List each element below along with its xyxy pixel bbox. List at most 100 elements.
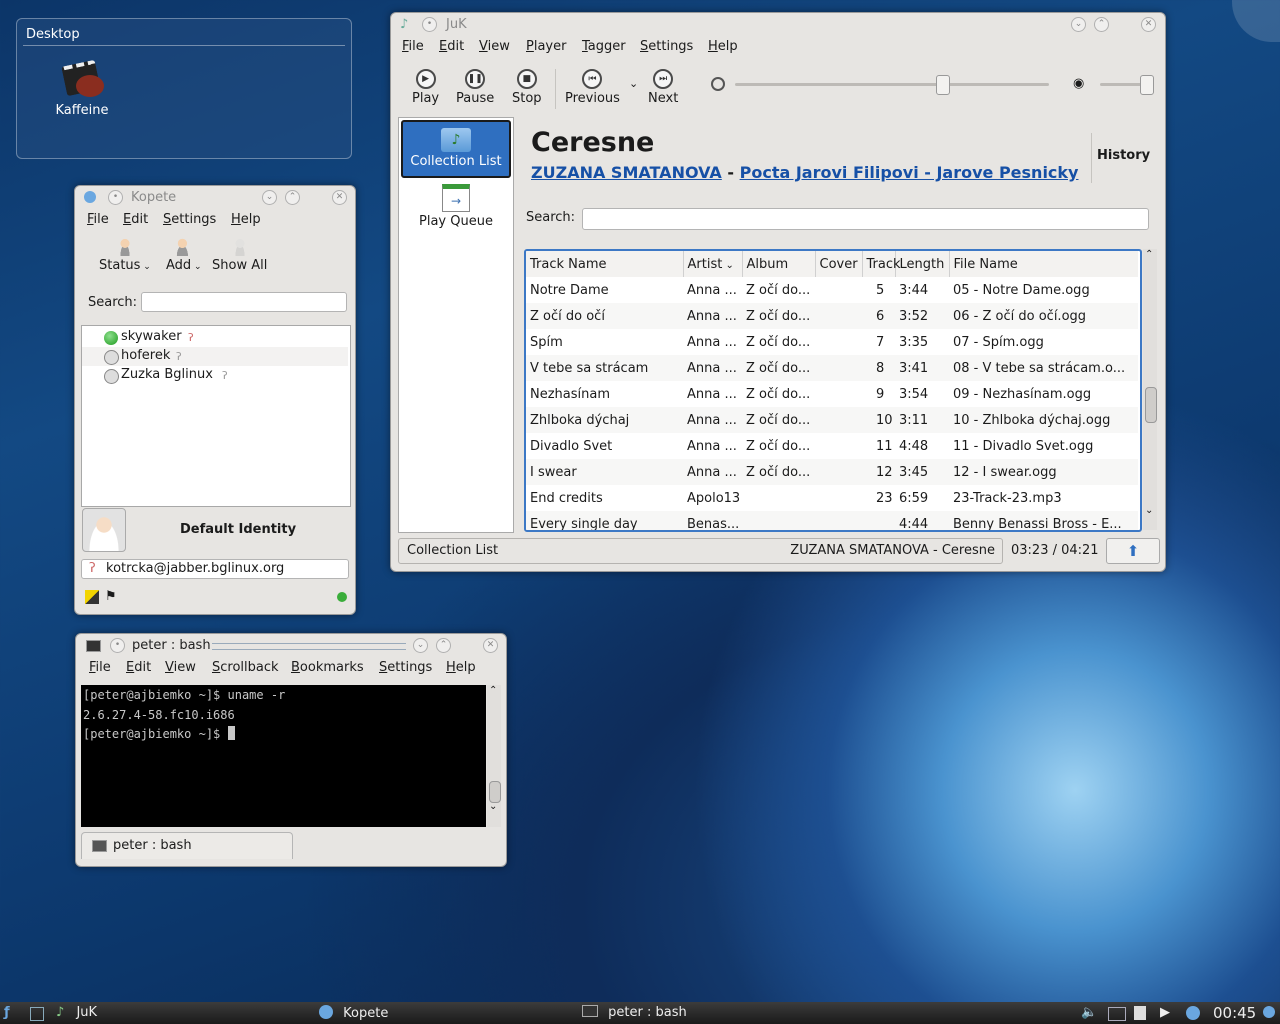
minimize-button[interactable]: ⌄ [262,190,277,205]
maximize-button[interactable]: ⌃ [436,638,451,653]
minimize-button[interactable]: ⌄ [1071,17,1086,32]
next-button[interactable]: ⏭ Next [648,69,678,106]
column-length[interactable]: Length [895,251,950,277]
kaffeine-desktop-icon[interactable]: Kaffeine [53,57,111,118]
window-menu-button[interactable]: • [422,17,437,32]
table-row[interactable]: Zhlboka dýchaj Anna ... Z očí do... 10 3:11 1… [526,407,1138,433]
column-track-name[interactable]: Track Name [526,251,684,277]
column-cover[interactable]: Cover [815,251,863,277]
task-juk[interactable]: ♪ JuK [56,1005,97,1020]
scroll-handle[interactable] [489,781,501,803]
status-playing[interactable]: ZUZANA SMATANOVA - Ceresne [790,543,995,558]
volume-slider[interactable] [1100,75,1154,95]
menu-settings[interactable]: Settings [163,212,216,227]
menu-settings[interactable]: Settings [379,660,432,675]
pager-icon[interactable] [30,1007,44,1021]
menu-file[interactable]: File [402,39,424,54]
juk-search-input[interactable] [582,208,1149,230]
task-kopete[interactable]: Kopete [319,1005,388,1021]
seek-handle[interactable] [936,75,951,95]
scroll-down-icon[interactable]: ⌄ [489,801,497,812]
menu-tagger[interactable]: Tagger [582,39,626,54]
close-button[interactable]: ✕ [332,190,347,205]
table-row[interactable]: Spím Anna ... Z očí do... 7 3:35 07 - Spím.og… [526,329,1138,355]
window-menu-button[interactable]: • [110,638,125,653]
history-button[interactable]: History [1097,148,1150,163]
kopete-titlebar[interactable]: • Kopete ⌄ ⌃ ✕ [75,186,355,208]
menu-view[interactable]: View [165,660,196,675]
online-status-icon[interactable] [337,592,347,602]
menu-view[interactable]: View [479,39,510,54]
volume-tray-icon[interactable]: 🔈 [1081,1005,1097,1020]
maximize-button[interactable]: ⌃ [1094,17,1109,32]
identity-avatar[interactable] [82,508,126,552]
contact-row[interactable]: Zuzka Bglinux ʔ [82,366,348,385]
terminal-output[interactable]: [peter@ajbiemko ~]$ uname -r 2.6.27.4-58… [81,685,486,827]
close-button[interactable]: ✕ [483,638,498,653]
status-button[interactable]: Status ⌄ [99,238,151,273]
menu-player[interactable]: Player [526,39,566,54]
account-field[interactable]: ʔ kotrcka@jabber.bglinux.org [81,559,349,579]
scroll-up-icon[interactable]: ⌃ [489,685,497,696]
contact-list[interactable]: skywaker ʔ hoferek ʔ Zuzka Bglinux ʔ [81,325,351,507]
menu-settings[interactable]: Settings [640,39,693,54]
column-track[interactable]: Track [862,251,901,277]
scroll-down-icon[interactable]: ⌄ [1145,505,1153,516]
terminal-scrollbar[interactable]: ⌃ ⌄ [487,685,501,827]
window-menu-button[interactable]: • [108,190,123,205]
collection-list-item[interactable]: ♪ Collection List [401,120,511,178]
volume-handle[interactable] [1140,75,1154,95]
play-queue-item[interactable]: → Play Queue [401,182,511,236]
panel-toolbox-icon[interactable] [1263,1006,1275,1018]
menu-edit[interactable]: Edit [123,212,148,227]
play-button[interactable]: ▶ Play [412,69,439,106]
terminal-tab[interactable]: peter : bash [81,832,293,859]
table-row[interactable]: Notre Dame Anna ... Z očí do... 5 3:44 05 - N… [526,277,1138,303]
flag-icon[interactable]: ⚑ [105,589,117,604]
table-row[interactable]: Z očí do očí Anna ... Z očí do... 6 3:52 06 -… [526,303,1138,329]
kopete-search-input[interactable] [141,292,347,312]
minimize-button[interactable]: ⌄ [413,638,428,653]
table-row[interactable]: Nezhasínam Anna ... Z očí do... 9 3:54 09 - N… [526,381,1138,407]
jump-to-playing-button[interactable]: ⬆ [1106,538,1160,564]
seek-slider[interactable] [735,75,1049,95]
menu-help[interactable]: Help [708,39,738,54]
menu-edit[interactable]: Edit [126,660,151,675]
juk-tray-play-icon[interactable]: ▶ [1160,1005,1170,1020]
menu-help[interactable]: Help [231,212,261,227]
menu-edit[interactable]: Edit [439,39,464,54]
table-row[interactable]: Every single day Benas... 4:44 Benny Benass… [526,511,1138,530]
track-scrollbar[interactable]: ⌃ ⌄ [1143,249,1157,530]
show-all-button[interactable]: Show All [212,238,267,273]
scroll-up-icon[interactable]: ⌃ [1145,249,1153,260]
track-table[interactable]: Track Name Artist ⌄ Album Cover Track Le… [524,249,1142,532]
stop-button[interactable]: ■ Stop [512,69,542,106]
previous-button[interactable]: ⏮ Previous [565,69,620,106]
menu-bookmarks[interactable]: Bookmarks [291,660,364,675]
kopete-tray-icon[interactable] [1186,1006,1200,1020]
task-terminal[interactable]: peter : bash [582,1005,687,1020]
kickoff-launcher-icon[interactable]: ƒ [4,1005,10,1020]
table-row[interactable]: End credits Apolo13 23 6:59 23-Track-23.mp3 [526,485,1138,511]
album-link[interactable]: Pocta Jarovi Filipovi - Jarove Pesnicky [740,163,1079,182]
maximize-button[interactable]: ⌃ [285,190,300,205]
artist-link[interactable]: ZUZANA SMATANOVA [531,163,722,182]
menu-file[interactable]: File [89,660,111,675]
column-album[interactable]: Album [742,251,816,277]
add-contact-button[interactable]: Add ⌄ [166,238,202,273]
clock[interactable]: 00:45 [1213,1004,1256,1022]
scroll-handle[interactable] [1145,387,1157,423]
menu-help[interactable]: Help [446,660,476,675]
chevron-down-icon[interactable]: ⌄ [629,77,638,90]
menu-scrollback[interactable]: Scrollback [212,660,279,675]
table-row[interactable]: Divadlo Svet Anna ... Z očí do... 11 4:48 11 … [526,433,1138,459]
contact-row[interactable]: hoferek ʔ [82,347,348,366]
clipboard-tray-icon[interactable] [1134,1006,1146,1020]
column-file-name[interactable]: File Name [949,251,1138,277]
network-tray-icon[interactable] [1108,1007,1126,1021]
terminal-titlebar[interactable]: • peter : bash ⌄ ⌃ ✕ [76,634,506,656]
contact-row[interactable]: skywaker ʔ [82,328,348,347]
edit-identity-icon[interactable] [85,590,99,604]
table-row[interactable]: I swear Anna ... Z očí do... 12 3:45 12 - I s… [526,459,1138,485]
close-button[interactable]: ✕ [1141,17,1156,32]
